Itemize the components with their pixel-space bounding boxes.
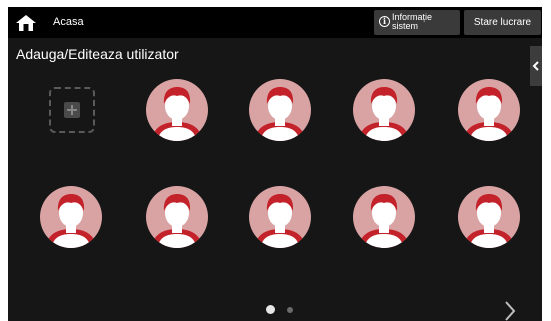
top-bar: Acasa i Informație sistem Stare lucrare xyxy=(8,7,542,38)
user-avatar-icon xyxy=(458,79,520,141)
page-title: Adauga/Editeaza utilizator xyxy=(16,46,179,62)
user-avatar-button[interactable] xyxy=(39,185,103,249)
home-button[interactable] xyxy=(8,7,44,38)
user-avatar-button[interactable] xyxy=(248,78,312,142)
screen: Acasa i Informație sistem Stare lucrare … xyxy=(8,7,542,321)
add-user-icon xyxy=(64,102,80,118)
user-avatar-button[interactable] xyxy=(145,185,209,249)
page-dot-active[interactable] xyxy=(266,305,275,314)
system-info-label: Informație sistem xyxy=(392,12,433,31)
page-indicator xyxy=(266,305,306,315)
user-avatar-icon xyxy=(146,79,208,141)
collapse-panel-tab[interactable] xyxy=(530,46,542,86)
page-dot[interactable] xyxy=(287,307,293,313)
info-icon: i xyxy=(379,16,390,27)
user-avatar-icon xyxy=(249,186,311,248)
user-avatar-button[interactable] xyxy=(457,185,521,249)
home-label: Acasa xyxy=(53,16,84,28)
user-avatar-button[interactable] xyxy=(352,185,416,249)
user-avatar-icon xyxy=(146,186,208,248)
user-avatar-button[interactable] xyxy=(248,185,312,249)
user-avatar-button[interactable] xyxy=(145,78,209,142)
system-info-button[interactable]: i Informație sistem xyxy=(374,10,460,35)
next-page-arrow-icon[interactable] xyxy=(502,300,518,321)
user-avatar-icon xyxy=(353,79,415,141)
job-status-button[interactable]: Stare lucrare xyxy=(464,10,541,35)
user-avatar-icon xyxy=(353,186,415,248)
user-avatar-icon xyxy=(458,186,520,248)
add-user-button[interactable] xyxy=(49,87,95,133)
user-avatar-button[interactable] xyxy=(457,78,521,142)
user-avatar-icon xyxy=(40,186,102,248)
home-icon xyxy=(16,14,36,31)
user-avatar-button[interactable] xyxy=(352,78,416,142)
chevron-left-icon xyxy=(532,61,539,71)
user-avatar-icon xyxy=(249,79,311,141)
